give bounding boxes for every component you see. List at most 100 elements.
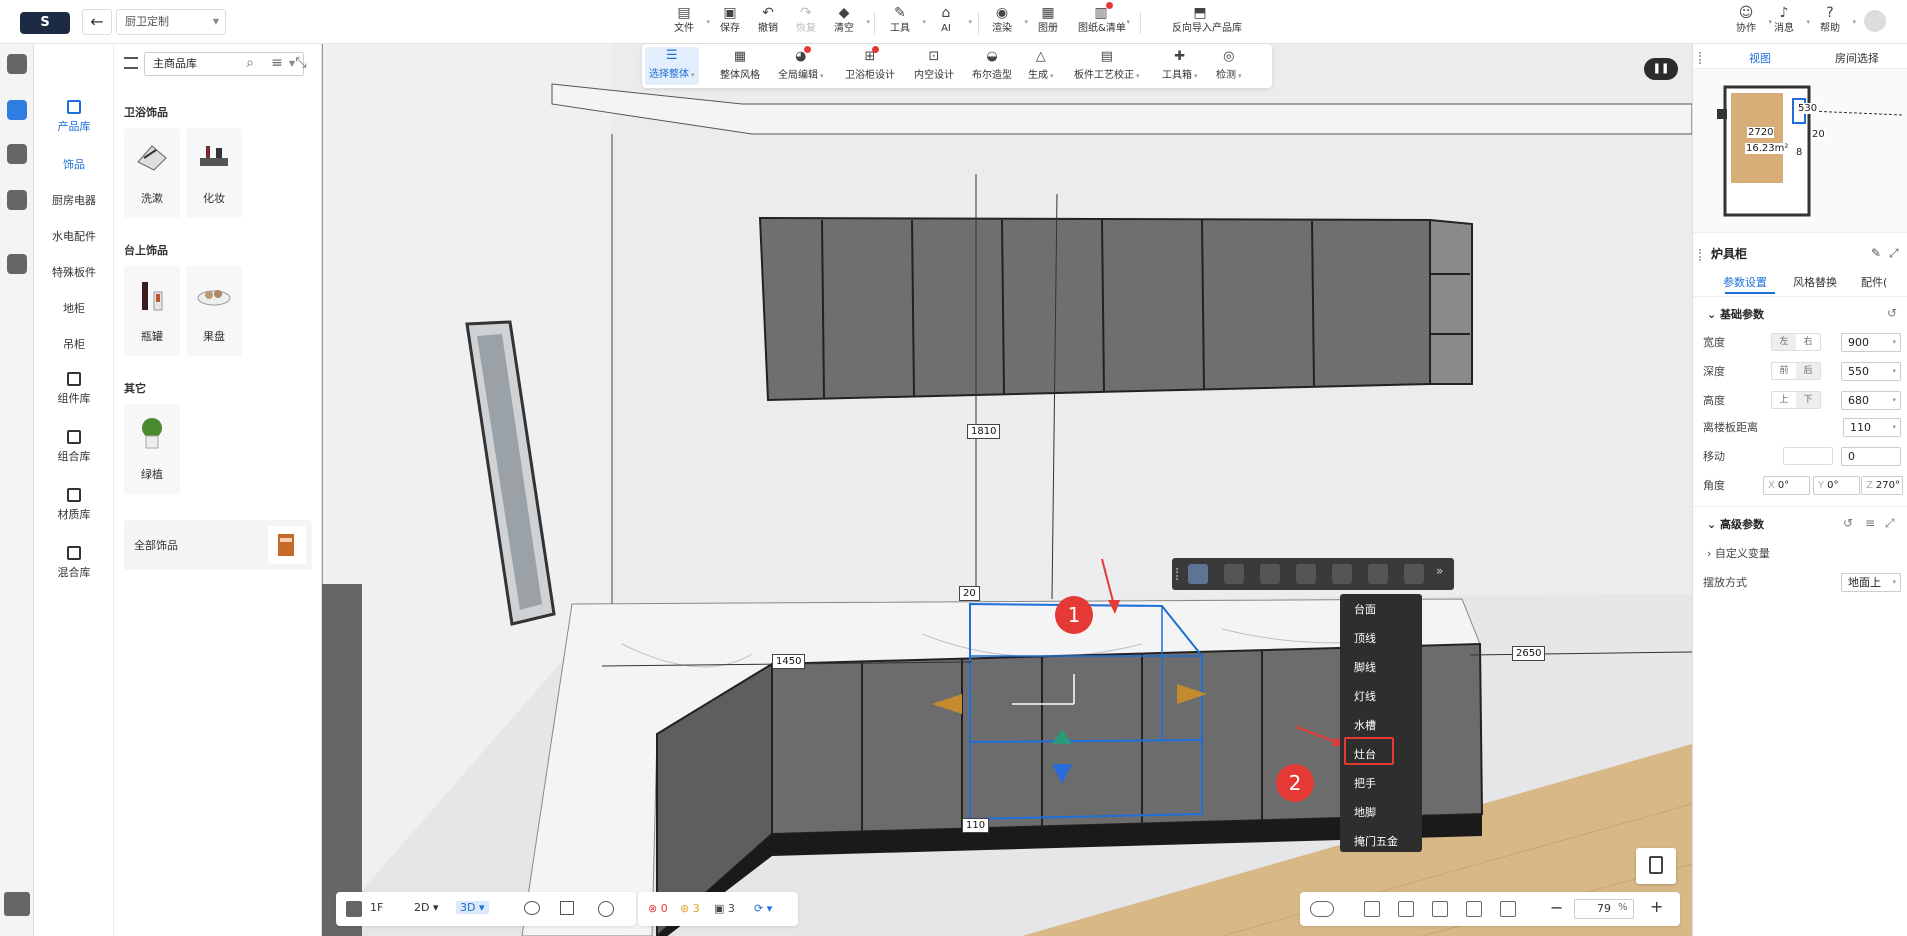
mini-map[interactable]: 530 2720 20 16.23m² 8	[1693, 68, 1907, 233]
subcat-kitchen-appliances[interactable]: 厨房电器	[34, 192, 114, 208]
custom-variables-toggle[interactable]: › 自定义变量	[1707, 545, 1770, 561]
subcat-accessories[interactable]: 饰品	[34, 156, 114, 172]
tab-params[interactable]: 参数设置	[1723, 274, 1767, 290]
cabinet-icon[interactable]	[7, 190, 27, 210]
align-icon[interactable]	[1332, 564, 1352, 584]
list-settings-icon[interactable]: ≡	[1865, 516, 1875, 530]
edit-icon[interactable]: ✎	[1871, 246, 1881, 260]
replace-icon[interactable]	[1404, 564, 1424, 584]
messages-button[interactable]: ♪ 消息 ▾	[1764, 4, 1810, 36]
mode-3d-button[interactable]: 3D ▾	[456, 901, 489, 914]
menu-item-top-line[interactable]: 顶线	[1340, 627, 1422, 651]
eye-icon[interactable]	[524, 901, 540, 915]
detect-button[interactable]: ◎ 检测 ▾	[1216, 48, 1242, 81]
pause-icon[interactable]: ❚❚	[1644, 58, 1678, 80]
anchor-toggle[interactable]: 前后	[1771, 362, 1821, 380]
tools-button[interactable]: ✎ 工具 ▾	[880, 4, 926, 36]
bath-cabinet-design-button[interactable]: ⊞ 卫浴柜设计	[845, 48, 895, 81]
undo-button[interactable]: ↶ 撤销	[748, 4, 788, 36]
gauge-icon[interactable]	[598, 901, 614, 917]
save-button[interactable]: ▣ 保存	[710, 4, 750, 36]
brush-icon[interactable]	[1368, 564, 1388, 584]
product-library-tab[interactable]: 产品库	[34, 100, 114, 134]
select-region-icon[interactable]	[1188, 564, 1208, 584]
tab-room-select[interactable]: 房间选择	[1835, 50, 1879, 66]
placement-select[interactable]: 地面上 ▾	[1841, 573, 1901, 592]
search-icon[interactable]: ⌕	[241, 54, 259, 72]
reverse-import-button[interactable]: ⬒ 反向导入产品库	[1172, 4, 1242, 36]
avatar[interactable]	[1864, 10, 1886, 32]
product-card[interactable]: 化妆	[186, 128, 242, 218]
floor-selector[interactable]: 1F	[370, 901, 383, 914]
puzzle-icon[interactable]	[7, 254, 27, 274]
material-library-tab[interactable]: 材质库	[34, 488, 114, 522]
drag-handle-icon[interactable]	[1176, 568, 1180, 580]
menu-item-light-line[interactable]: 灯线	[1340, 685, 1422, 709]
clear-button[interactable]: ◆ 清空 ▾	[824, 4, 870, 36]
more-icon[interactable]: »	[1436, 564, 1443, 578]
expand-icon[interactable]: ⤢	[1889, 246, 1899, 261]
all-accessories-card[interactable]: 全部饰品	[124, 520, 312, 570]
collapse-icon[interactable]: ⤡	[292, 54, 310, 72]
camera-settings-icon[interactable]	[1432, 901, 1448, 917]
drag-handle-icon[interactable]	[1699, 52, 1703, 64]
refresh-icon[interactable]: ⟳ ▾	[754, 902, 772, 915]
subcat-special-boards[interactable]: 特殊板件	[34, 264, 114, 280]
tab-style-replace[interactable]: 风格替换	[1793, 274, 1837, 290]
tab-accessories[interactable]: 配件(	[1861, 274, 1887, 290]
board-craft-button[interactable]: ▤ 板件工艺校正 ▾	[1074, 48, 1140, 81]
subcat-plumbing[interactable]: 水电配件	[34, 228, 114, 244]
collab-button[interactable]: ☺ 协作 ▾	[1726, 4, 1772, 36]
depth-input[interactable]: 550 ▾	[1841, 362, 1901, 381]
menu-item-countertop[interactable]: 台面	[1340, 598, 1422, 622]
height-input[interactable]: 680 ▾	[1841, 391, 1901, 410]
menu-item-handle[interactable]: 把手	[1340, 772, 1422, 796]
split-icon[interactable]	[1224, 564, 1244, 584]
settings-icon[interactable]	[4, 892, 30, 916]
issues-bar[interactable]: ⊗ 0 ⊛ 3 ▣ 3 ⟳ ▾	[638, 892, 798, 926]
delete-icon[interactable]	[1260, 564, 1280, 584]
overall-style-button[interactable]: ▦ 整体风格	[720, 48, 760, 81]
reset-icon[interactable]: ↺	[1843, 516, 1853, 530]
crown-icon[interactable]	[7, 100, 27, 120]
basic-params-title[interactable]: ⌄ 基础参数	[1707, 306, 1764, 322]
anchor-toggle[interactable]: 上下	[1771, 391, 1821, 409]
drawings-button[interactable]: ▥ 图纸&清单 ▾	[1078, 4, 1130, 36]
toolbox-button[interactable]: ✚ 工具箱 ▾	[1162, 48, 1198, 81]
product-card[interactable]: 果盘	[186, 266, 242, 356]
product-card[interactable]: 洗漱	[124, 128, 180, 218]
ai-button[interactable]: ⌂ AI ▾	[926, 4, 972, 36]
interior-design-button[interactable]: ⊡ 内空设计	[914, 48, 954, 81]
cube-icon[interactable]	[560, 901, 574, 915]
mixed-library-tab[interactable]: 混合库	[34, 546, 114, 580]
component-library-tab[interactable]: 组件库	[34, 372, 114, 406]
anchor-toggle[interactable]: 左右	[1771, 333, 1821, 351]
layers-icon[interactable]	[346, 901, 362, 917]
file-button[interactable]: ▤ 文件 ▾	[664, 4, 710, 36]
clipboard-icon[interactable]	[1636, 848, 1676, 884]
move-input[interactable]: 0	[1841, 447, 1901, 466]
copy-icon[interactable]	[1296, 564, 1316, 584]
move-mode-toggle[interactable]	[1783, 447, 1833, 465]
drag-handle-icon[interactable]	[1699, 249, 1703, 261]
help-button[interactable]: ? 帮助 ▾	[1810, 4, 1856, 36]
subcat-wall-cabinet[interactable]: 吊柜	[34, 336, 114, 352]
toggle-icon[interactable]	[1310, 901, 1334, 917]
subcat-base-cabinet[interactable]: 地柜	[34, 300, 114, 316]
boolean-shape-button[interactable]: ◒ 布尔造型	[972, 48, 1012, 81]
focus-icon[interactable]	[1466, 901, 1482, 917]
global-edit-button[interactable]: ◕ 全局编辑 ▾	[778, 48, 824, 81]
angle-x-input[interactable]: X 0°	[1763, 476, 1810, 495]
user-icon[interactable]	[7, 144, 27, 164]
menu-item-foot[interactable]: 地脚	[1340, 801, 1422, 825]
3d-viewport[interactable]: 1810 20 1450 2650 110	[322, 44, 1692, 936]
zoom-region-icon[interactable]	[1500, 901, 1516, 917]
menu-item-door-hardware[interactable]: 掩门五金	[1340, 830, 1422, 854]
combination-library-tab[interactable]: 组合库	[34, 430, 114, 464]
menu-item-skirting[interactable]: 脚线	[1340, 656, 1422, 680]
expand-icon[interactable]: ⤢	[1885, 516, 1895, 531]
advanced-params-title[interactable]: ⌄ 高级参数	[1707, 516, 1764, 532]
product-card[interactable]: 瓶罐	[124, 266, 180, 356]
redo-button[interactable]: ↷ 恢复	[786, 4, 826, 36]
mode-2d-button[interactable]: 2D ▾	[414, 901, 439, 914]
